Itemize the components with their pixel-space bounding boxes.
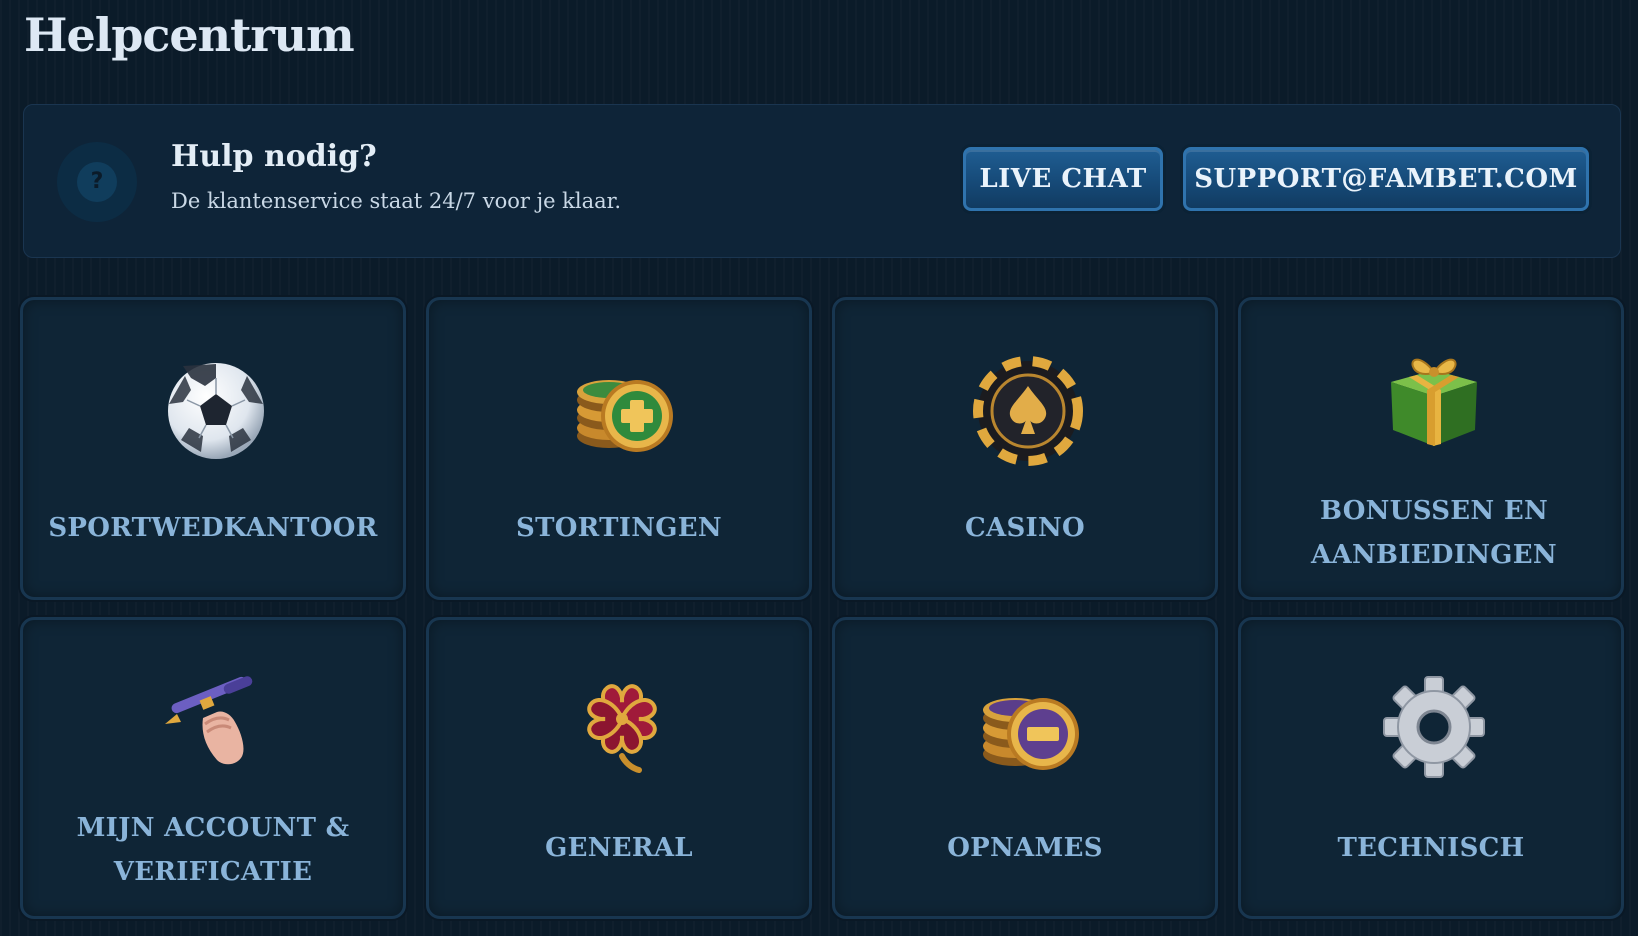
four-leaf-clover-icon xyxy=(587,684,657,773)
category-label: BONUSSEN EN AANBIEDINGEN xyxy=(1311,496,1557,570)
help-subtitle: De klantenservice staat 24/7 voor je kla… xyxy=(171,189,622,213)
category-card-mijn-account[interactable]: MIJN ACCOUNT & VERIFICATIE xyxy=(20,617,406,919)
category-label: MIJN ACCOUNT & VERIFICATIE xyxy=(76,813,350,887)
question-circle-icon: ? xyxy=(57,142,137,222)
category-label: CASINO xyxy=(964,513,1086,543)
help-banner: ? Hulp nodig? De klantenservice staat 24… xyxy=(23,104,1621,258)
gear-icon xyxy=(1383,676,1485,778)
category-label: SPORTWEDKANTOOR xyxy=(48,513,378,543)
support-email-button[interactable]: SUPPORT@FAMBET.COM xyxy=(1183,147,1589,211)
category-card-bonussen[interactable]: BONUSSEN EN AANBIEDINGEN xyxy=(1238,297,1624,600)
category-label: STORTINGEN xyxy=(516,513,722,543)
page-title: Helpcentrum xyxy=(24,8,355,62)
category-card-sportwedkantoor[interactable]: SPORTWEDKANTOOR xyxy=(20,297,406,600)
soccer-ball-icon xyxy=(168,363,264,459)
live-chat-button[interactable]: LIVE CHAT xyxy=(963,147,1163,211)
category-card-opnames[interactable]: OPNAMES xyxy=(832,617,1218,919)
coins-minus-icon xyxy=(983,698,1079,770)
hand-pen-icon xyxy=(165,676,253,765)
category-card-general[interactable]: GENERAL xyxy=(426,617,812,919)
gift-box-icon xyxy=(1391,358,1477,446)
help-title: Hulp nodig? xyxy=(171,139,377,174)
category-card-casino[interactable]: CASINO xyxy=(832,297,1218,600)
casino-chip-icon xyxy=(973,356,1083,466)
coins-plus-icon xyxy=(577,380,673,452)
category-card-stortingen[interactable]: STORTINGEN xyxy=(426,297,812,600)
category-card-technisch[interactable]: TECHNISCH xyxy=(1238,617,1624,919)
category-label: OPNAMES xyxy=(947,833,1103,863)
category-label: TECHNISCH xyxy=(1337,833,1525,863)
category-label: GENERAL xyxy=(545,833,693,863)
